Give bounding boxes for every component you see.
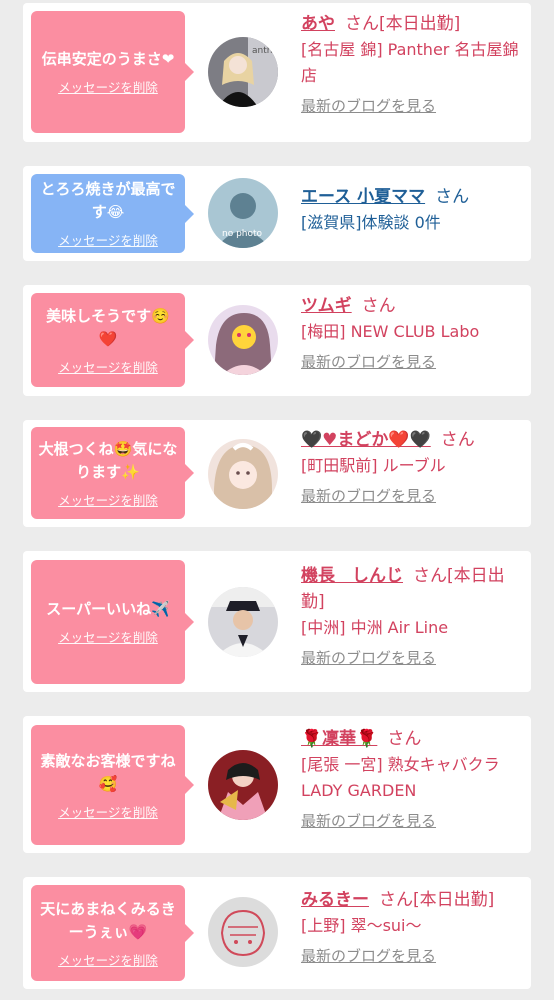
honorific: さん: [361, 296, 396, 316]
user-avatar[interactable]: [208, 897, 278, 967]
user-info: あや さん[本日出勤] [名古屋 錦] Panther 名古屋錦店 最新のブログを…: [301, 11, 523, 119]
user-avatar[interactable]: [208, 305, 278, 375]
delete-message-link[interactable]: メッセージを削除: [58, 230, 158, 249]
message-bubble: スーパーいいね✈️ メッセージを削除: [31, 560, 194, 684]
message-text: 素敵なお客様ですね🥰: [40, 751, 176, 793]
latest-blog-link[interactable]: 最新のブログを見る: [301, 943, 436, 969]
honorific: さん: [379, 890, 413, 910]
latest-blog-link[interactable]: 最新のブログを見る: [301, 483, 436, 509]
user-name-link[interactable]: みるきー: [301, 890, 369, 910]
delete-message-link[interactable]: メッセージを削除: [58, 950, 158, 969]
shop-info: [梅田] NEW CLUB Labo: [301, 322, 480, 341]
user-name-link[interactable]: 🌹凜華🌹: [301, 729, 377, 749]
message-text: スーパーいいね✈️: [46, 600, 170, 618]
status-badge: [本日出勤]: [379, 14, 461, 34]
message-card: 大根つくね🤩気になります✨ メッセージを削除 🖤♥まどか❤️🖤 さん [町田駅前]…: [23, 420, 531, 527]
shop-info: [名古屋 錦] Panther 名古屋錦店: [301, 40, 519, 85]
latest-blog-link[interactable]: 最新のブログを見る: [301, 808, 436, 834]
latest-blog-link[interactable]: 最新のブログを見る: [301, 349, 436, 375]
user-name-link[interactable]: ツムギ: [301, 296, 352, 316]
user-info: みるきー さん[本日出勤] [上野] 翠〜sui〜 最新のブログを見る: [301, 887, 523, 969]
message-bubble: 天にあまねくみるきーうぇぃ💗 メッセージを削除: [31, 885, 194, 981]
delete-message-link[interactable]: メッセージを削除: [58, 490, 158, 509]
user-name-link[interactable]: 🖤♥まどか❤️🖤: [301, 430, 431, 450]
message-card: 伝串安定のうまさ❤ メッセージを削除 anthe あや さん[本日出勤] [名古屋…: [23, 3, 531, 142]
user-avatar[interactable]: [208, 750, 278, 820]
message-text: 大根つくね🤩気になります✨: [38, 439, 178, 481]
shop-info: [滋賀県]体験談 0件: [301, 213, 441, 232]
status-badge: [本日出勤]: [413, 890, 495, 910]
shop-info: [町田駅前] ルーブル: [301, 456, 446, 475]
user-info: ツムギ さん [梅田] NEW CLUB Labo 最新のブログを見る: [301, 293, 523, 375]
message-text: とろろ焼きが最高です😂: [40, 180, 176, 221]
delete-message-link[interactable]: メッセージを削除: [58, 802, 158, 821]
message-text: 伝串安定のうまさ❤: [41, 50, 175, 68]
user-name-link[interactable]: あや: [301, 14, 335, 34]
message-card: とろろ焼きが最高です😂 メッセージを削除 no photo エース 小夏ママ さん…: [23, 166, 531, 261]
user-avatar[interactable]: [208, 587, 278, 657]
user-avatar[interactable]: anthe: [208, 37, 278, 107]
honorific: さん: [413, 566, 447, 586]
message-card: 天にあまねくみるきーうぇぃ💗 メッセージを削除 みるきー さん[本日出勤] [上野…: [23, 877, 531, 989]
message-text: 天にあまねくみるきーうぇぃ💗: [40, 899, 176, 941]
message-card: 美味しそうです☺️❤️ メッセージを削除 ツムギ さん [梅田] NEW CLUB…: [23, 285, 531, 396]
latest-blog-link[interactable]: 最新のブログを見る: [301, 93, 436, 119]
message-bubble: とろろ焼きが最高です😂 メッセージを削除: [31, 174, 194, 253]
message-card: スーパーいいね✈️ メッセージを削除 機長 しんじ さん[本日出勤] [中洲] 中…: [23, 551, 531, 692]
message-text: 美味しそうです☺️❤️: [46, 306, 170, 348]
user-info: 🌹凜華🌹 さん [尾張 一宮] 熟女キャバクラ LADY GARDEN 最新のブロ…: [301, 726, 523, 834]
shop-info: [上野] 翠〜sui〜: [301, 916, 422, 935]
delete-message-link[interactable]: メッセージを削除: [58, 357, 158, 376]
shop-info: [尾張 一宮] 熟女キャバクラ LADY GARDEN: [301, 755, 500, 800]
no-photo-icon[interactable]: no photo: [208, 178, 278, 248]
user-info: 🖤♥まどか❤️🖤 さん [町田駅前] ルーブル 最新のブログを見る: [301, 427, 523, 509]
honorific: さん: [440, 430, 475, 450]
message-bubble: 伝串安定のうまさ❤ メッセージを削除: [31, 11, 194, 133]
message-bubble: 素敵なお客様ですね🥰 メッセージを削除: [31, 725, 194, 845]
honorific: さん: [387, 729, 422, 749]
user-avatar[interactable]: [208, 439, 278, 509]
svg-text:no photo: no photo: [222, 229, 263, 239]
honorific: さん: [435, 187, 470, 207]
shop-info: [中洲] 中洲 Air Line: [301, 618, 449, 637]
user-name-link[interactable]: 機長 しんじ: [301, 566, 403, 586]
message-bubble: 美味しそうです☺️❤️ メッセージを削除: [31, 293, 194, 387]
honorific: さん: [345, 14, 379, 34]
delete-message-link[interactable]: メッセージを削除: [58, 627, 158, 646]
svg-text:anthe: anthe: [252, 46, 278, 56]
user-info: 機長 しんじ さん[本日出勤] [中洲] 中洲 Air Line 最新のブログを見…: [301, 563, 523, 671]
user-info: エース 小夏ママ さん [滋賀県]体験談 0件: [301, 184, 523, 236]
latest-blog-link[interactable]: 最新のブログを見る: [301, 645, 436, 671]
message-bubble: 大根つくね🤩気になります✨ メッセージを削除: [31, 427, 194, 519]
user-name-link[interactable]: エース 小夏ママ: [301, 187, 425, 207]
message-card: 素敵なお客様ですね🥰 メッセージを削除 🌹凜華🌹 さん [尾張 一宮] 熟女キャバ…: [23, 716, 531, 853]
delete-message-link[interactable]: メッセージを削除: [58, 77, 158, 96]
